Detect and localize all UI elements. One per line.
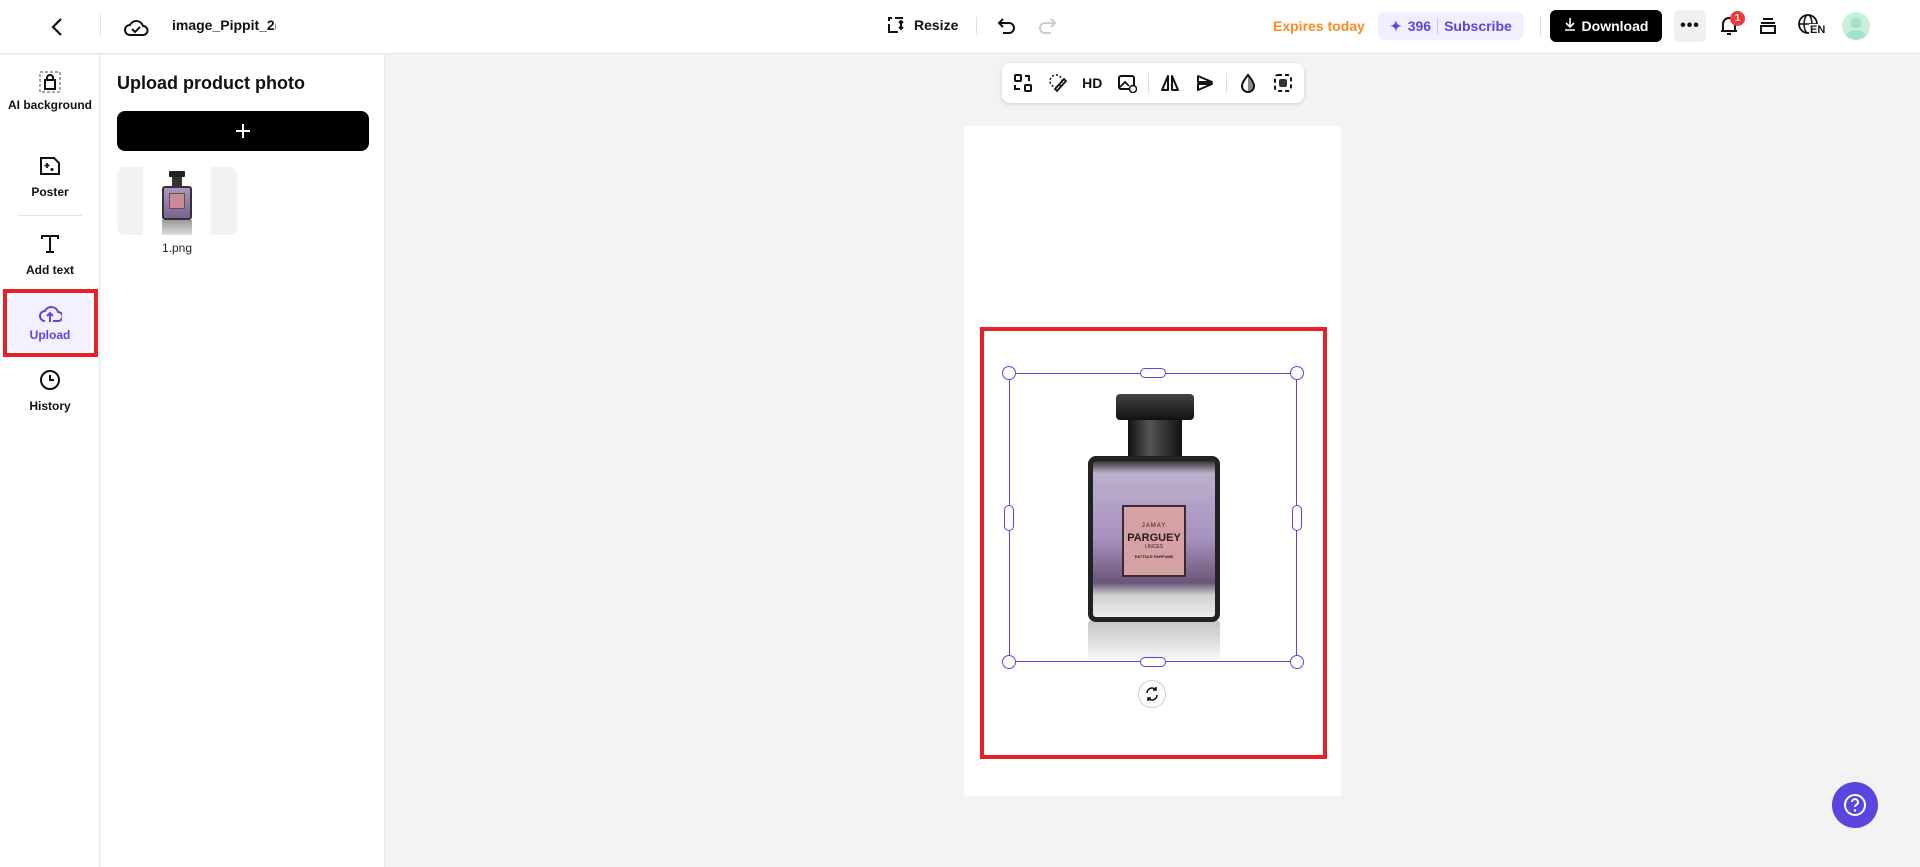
language-button[interactable]: EN [1797, 13, 1827, 39]
subscribe-button[interactable]: ✦ 396 Subscribe [1378, 12, 1524, 40]
layers-icon[interactable] [1757, 15, 1779, 37]
upload-panel: Upload product photo 1.png [101, 55, 385, 867]
download-icon [1564, 17, 1576, 36]
subscribe-label: Subscribe [1444, 18, 1512, 34]
nav-label: History [29, 399, 71, 413]
nav-label: AI background [8, 98, 93, 112]
resize-handle-top[interactable] [1140, 368, 1166, 378]
resize-button[interactable]: Resize [886, 15, 958, 35]
file-thumbnail[interactable] [117, 167, 237, 235]
hd-button[interactable]: HD [1079, 69, 1106, 97]
magic-edit-icon[interactable] [1045, 69, 1072, 97]
plus-icon [236, 124, 250, 138]
flip-vertical-icon[interactable] [1192, 69, 1219, 97]
more-options-icon[interactable]: ••• [1674, 10, 1706, 42]
nav-item-poster[interactable]: Poster [8, 155, 92, 200]
text-icon [41, 235, 59, 253]
thumbnail-image [143, 167, 211, 235]
credits-count: 396 [1407, 18, 1432, 34]
add-upload-button[interactable] [117, 111, 369, 151]
resize-handle-right[interactable] [1292, 505, 1302, 531]
sparkle-icon: ✦ [1390, 17, 1402, 34]
nav-label: Poster [31, 185, 69, 199]
nav-label: Add text [26, 263, 74, 277]
resize-handle-bottom[interactable] [1140, 657, 1166, 667]
selection-box[interactable] [1009, 373, 1297, 662]
ai-background-icon [39, 71, 61, 93]
divider [100, 14, 101, 38]
download-button[interactable]: Download [1550, 10, 1662, 42]
file-name-label: 1.png [161, 241, 193, 255]
nav-item-history[interactable]: History [8, 369, 92, 414]
divider [1540, 16, 1541, 36]
remove-background-icon[interactable] [1270, 69, 1297, 97]
replace-icon[interactable] [1010, 69, 1037, 97]
back-icon[interactable] [44, 14, 70, 40]
avatar[interactable] [1842, 12, 1870, 40]
resize-handle-bottom-left[interactable] [1002, 655, 1016, 669]
nav-item-add-text[interactable]: Add text [8, 233, 92, 278]
redo-icon[interactable] [1036, 15, 1058, 37]
nav-item-ai-background[interactable]: AI background [8, 71, 92, 113]
undo-icon[interactable] [996, 15, 1018, 37]
rotate-icon[interactable] [1138, 680, 1166, 708]
resize-label: Resize [914, 17, 959, 33]
download-label: Download [1581, 18, 1649, 34]
left-nav: AI background Poster Add text Upload His… [0, 55, 100, 867]
resize-handle-top-left[interactable] [1002, 366, 1016, 380]
help-icon [1844, 794, 1866, 816]
resize-icon [886, 15, 906, 35]
opacity-icon[interactable] [1235, 69, 1262, 97]
notification-badge: 1 [1730, 11, 1745, 26]
clock-icon [40, 370, 60, 390]
language-label: EN [1809, 24, 1827, 36]
nav-item-upload[interactable]: Upload [9, 294, 91, 352]
expires-label: Expires today [1273, 18, 1365, 34]
divider [18, 215, 82, 216]
top-bar: image_Pippit_2( Resize Expires today ✦ 3… [0, 0, 1920, 54]
poster-icon [40, 157, 60, 175]
divider [1437, 18, 1439, 34]
resize-handle-bottom-right[interactable] [1290, 655, 1304, 669]
divider [1148, 73, 1150, 93]
resize-handle-top-right[interactable] [1290, 366, 1304, 380]
image-toolbar: HD [1002, 63, 1304, 103]
divider [1226, 73, 1227, 93]
upload-cloud-icon [39, 306, 62, 322]
image-regenerate-icon[interactable] [1114, 69, 1141, 97]
panel-title: Upload product photo [117, 73, 305, 93]
file-name[interactable]: image_Pippit_2( [172, 17, 276, 33]
help-button[interactable] [1832, 782, 1878, 828]
resize-handle-left[interactable] [1004, 505, 1014, 531]
flip-horizontal-icon[interactable] [1157, 69, 1184, 97]
cloud-saved-icon[interactable] [122, 14, 150, 40]
nav-label: Upload [29, 328, 71, 342]
divider [976, 17, 977, 35]
bell-icon[interactable]: 1 [1717, 11, 1745, 38]
